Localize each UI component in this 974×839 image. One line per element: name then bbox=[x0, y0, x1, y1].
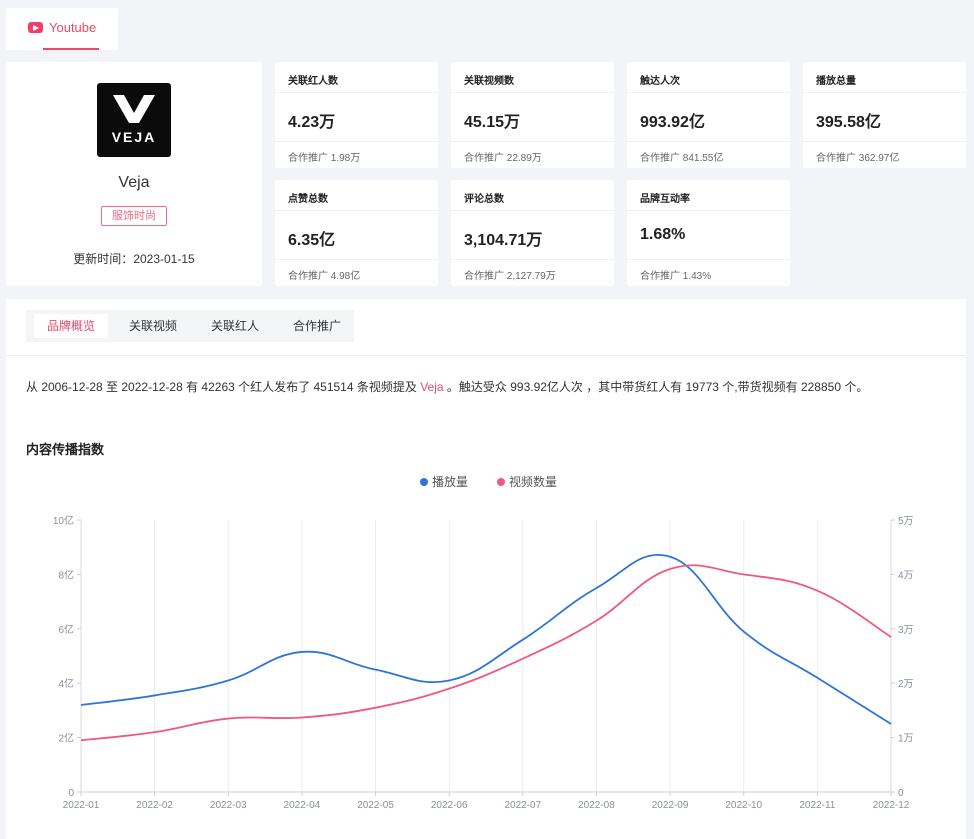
y-right-tick-label: 3万 bbox=[898, 625, 914, 636]
stat-label: 关联红人数 bbox=[288, 76, 338, 87]
y-left-tick-label: 2亿 bbox=[58, 732, 74, 745]
stat-value: 1.68% bbox=[640, 226, 686, 243]
legend-label: 视频数量 bbox=[509, 474, 557, 489]
brand-name: Veja bbox=[118, 174, 150, 191]
stat-sub: 合作推广 841.55亿 bbox=[640, 153, 724, 164]
y-right-tick-label: 2万 bbox=[898, 679, 914, 690]
active-tab-underline bbox=[43, 48, 99, 50]
stat-value: 4.23万 bbox=[288, 114, 336, 131]
platform-tab-youtube[interactable]: Youtube bbox=[6, 8, 118, 50]
x-tick-label: 2022-03 bbox=[210, 800, 247, 811]
youtube-icon bbox=[28, 22, 43, 33]
brand-logo-text: VEJA bbox=[111, 129, 157, 145]
x-tick-label: 2022-04 bbox=[284, 800, 321, 811]
brand-category-tag: 服饰时尚 bbox=[101, 206, 167, 226]
stat-label: 品牌互动率 bbox=[640, 194, 690, 205]
stat-card-reach: 触达人次 993.92亿 合作推广 841.55亿 bbox=[627, 62, 790, 168]
stat-label: 评论总数 bbox=[464, 194, 504, 205]
x-tick-label: 2022-11 bbox=[799, 800, 835, 811]
x-tick-label: 2022-07 bbox=[504, 800, 541, 811]
stat-value: 395.58亿 bbox=[816, 114, 881, 131]
stat-sub: 合作推广 22.89万 bbox=[464, 153, 542, 164]
main-panel: 品牌概览 关联视频 关联红人 合作推广 从 2006-12-28 至 2022-… bbox=[6, 299, 966, 839]
y-left-tick-label: 6亿 bbox=[58, 623, 74, 636]
stat-label: 播放总量 bbox=[816, 76, 856, 87]
stat-label: 关联视频数 bbox=[464, 76, 514, 87]
legend-marker bbox=[497, 478, 505, 486]
brand-card: VEJA Veja 服饰时尚 更新时间：2023-01-15 bbox=[6, 62, 262, 286]
y-left-tick-label: 8亿 bbox=[58, 568, 74, 581]
x-tick-label: 2022-10 bbox=[725, 800, 762, 811]
x-tick-label: 2022-12 bbox=[873, 800, 910, 811]
stat-value: 993.92亿 bbox=[640, 114, 705, 131]
x-tick-label: 2022-05 bbox=[357, 800, 394, 811]
y-left-tick-label: 4亿 bbox=[58, 677, 74, 690]
brand-logo: VEJA bbox=[97, 83, 171, 157]
stat-card-linked-videos: 关联视频数 45.15万 合作推广 22.89万 bbox=[451, 62, 614, 168]
y-right-tick-label: 0 bbox=[898, 788, 904, 799]
stat-label: 触达人次 bbox=[640, 76, 680, 87]
x-tick-label: 2022-06 bbox=[431, 800, 468, 811]
legend-marker bbox=[420, 478, 428, 486]
y-right-tick-label: 1万 bbox=[898, 734, 914, 745]
stat-card-total-plays: 播放总量 395.58亿 合作推广 362.97亿 bbox=[803, 62, 966, 168]
y-right-tick-label: 4万 bbox=[898, 570, 914, 581]
stat-card-total-likes: 点赞总数 6.35亿 合作推广 4.98亿 bbox=[275, 180, 438, 286]
legend-label: 播放量 bbox=[432, 474, 468, 489]
x-tick-label: 2022-02 bbox=[136, 800, 173, 811]
stat-sub: 合作推广 1.98万 bbox=[288, 153, 361, 164]
stat-card-total-comments: 评论总数 3,104.71万 合作推广 2,127.79万 bbox=[451, 180, 614, 286]
stat-value: 45.15万 bbox=[464, 114, 521, 131]
x-tick-label: 2022-08 bbox=[578, 800, 615, 811]
update-time-label: 更新时间： bbox=[73, 252, 134, 266]
stat-value: 3,104.71万 bbox=[464, 232, 543, 249]
series-line-videos bbox=[80, 564, 892, 742]
veja-v-icon bbox=[113, 95, 155, 123]
stat-card-engagement-rate: 品牌互动率 1.68% 合作推广 1.43% bbox=[627, 180, 790, 286]
stat-value: 6.35亿 bbox=[288, 232, 336, 249]
x-tick-label: 2022-09 bbox=[652, 800, 689, 811]
series-line-plays bbox=[80, 554, 892, 725]
stat-sub: 合作推广 4.98亿 bbox=[288, 271, 361, 282]
update-time-value: 2023-01-15 bbox=[133, 252, 195, 266]
stat-label: 点赞总数 bbox=[288, 194, 328, 205]
stat-card-linked-influencers: 关联红人数 4.23万 合作推广 1.98万 bbox=[275, 62, 438, 168]
platform-tab-label: Youtube bbox=[49, 20, 97, 35]
stat-sub: 合作推广 362.97亿 bbox=[816, 153, 900, 164]
y-right-tick-label: 5万 bbox=[898, 516, 914, 527]
content-spread-chart: 0 2亿 4亿 6亿 8亿 10亿 0 1万 2万 3万 4万 5万 2022-01 2022-02 202… bbox=[53, 474, 914, 811]
x-tick-label: 2022-01 bbox=[63, 800, 100, 811]
y-left-tick-label: 10亿 bbox=[53, 514, 74, 527]
stat-sub: 合作推广 2,127.79万 bbox=[464, 271, 556, 282]
update-time: 更新时间：2023-01-15 bbox=[6, 250, 262, 267]
y-left-tick-label: 0 bbox=[68, 788, 74, 799]
stat-sub: 合作推广 1.43% bbox=[640, 271, 712, 282]
